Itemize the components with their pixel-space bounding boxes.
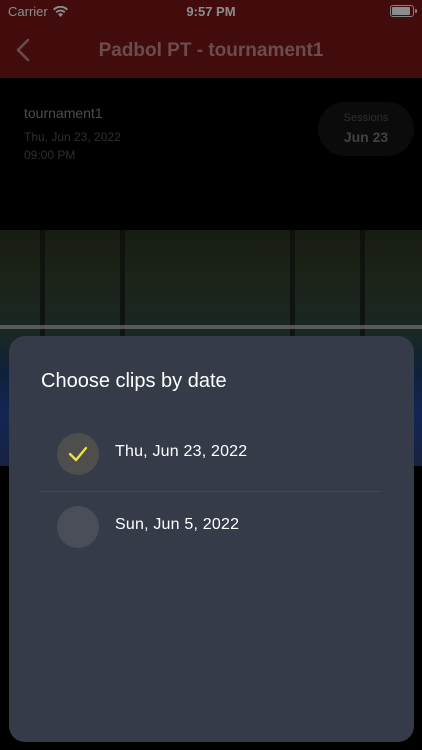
sheet-title: Choose clips by date <box>41 370 227 392</box>
date-option-label: Thu, Jun 23, 2022 <box>115 443 248 460</box>
selected-indicator <box>57 433 99 475</box>
unselected-indicator <box>57 506 99 548</box>
checkmark-icon <box>68 446 88 462</box>
date-picker-sheet: Choose clips by date Thu, Jun 23, 2022 S… <box>9 336 414 742</box>
date-option-label: Sun, Jun 5, 2022 <box>115 516 240 533</box>
divider <box>41 491 380 492</box>
date-option[interactable]: Sun, Jun 5, 2022 <box>41 497 380 557</box>
date-option[interactable]: Thu, Jun 23, 2022 <box>41 424 380 484</box>
